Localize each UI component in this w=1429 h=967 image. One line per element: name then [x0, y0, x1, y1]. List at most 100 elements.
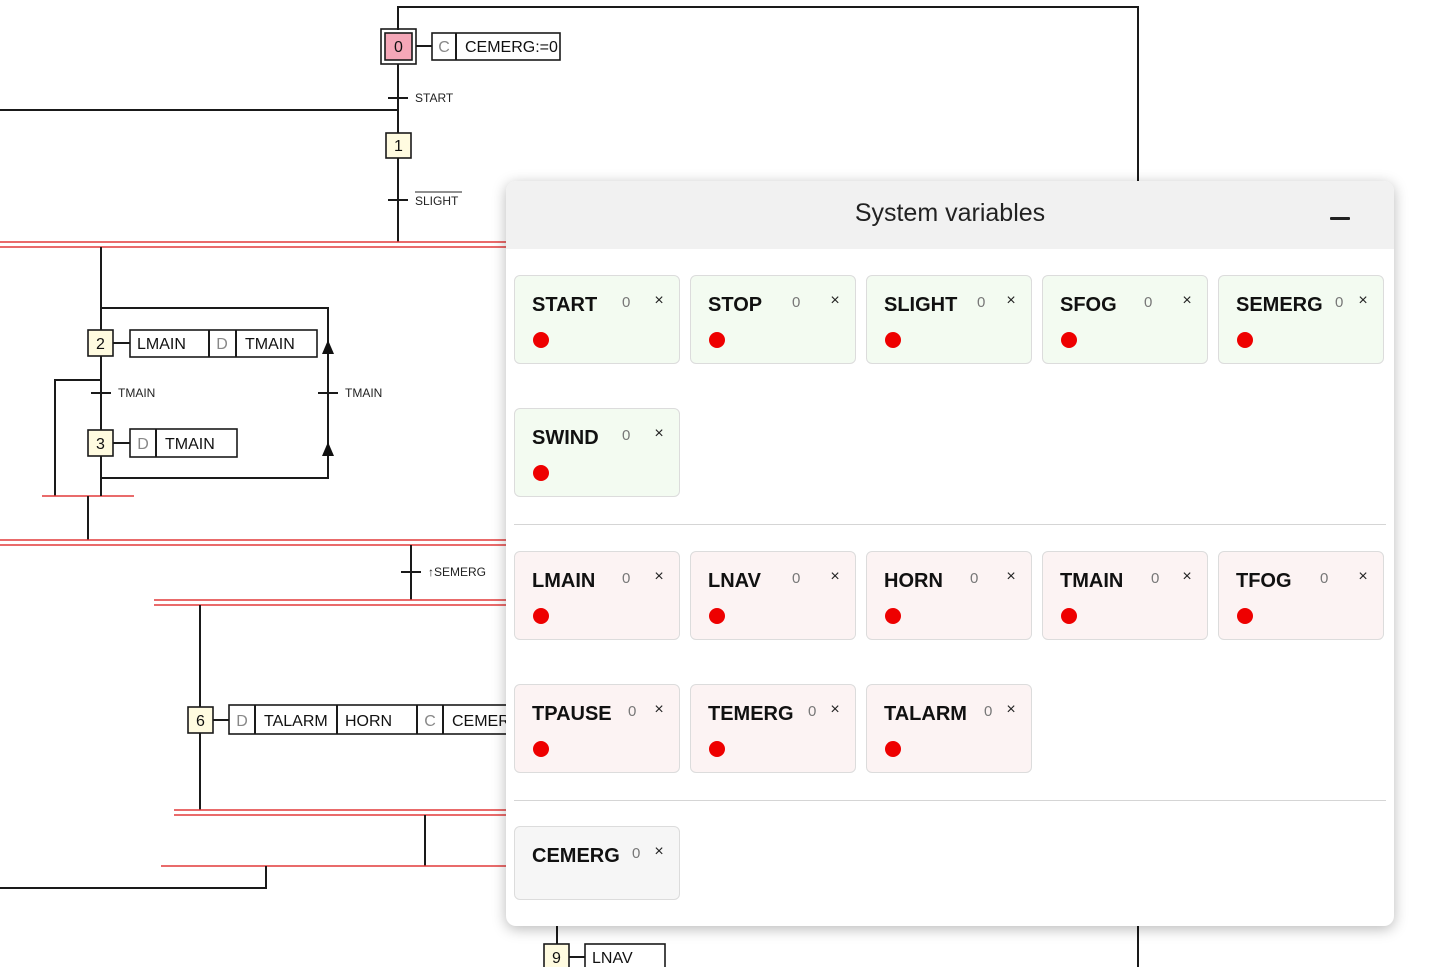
state-indicator [885, 332, 901, 348]
step-6[interactable]: 6 [187, 706, 214, 734]
variable-name: TEMERG [708, 703, 794, 725]
divider [514, 524, 1386, 525]
close-icon[interactable]: × [1179, 292, 1195, 310]
step-3-number: 3 [96, 436, 105, 453]
internal-variables: CEMERG 0 × [514, 826, 1386, 902]
state-indicator [885, 608, 901, 624]
action-label: TMAIN [165, 436, 215, 453]
state-indicator [709, 741, 725, 757]
variable-name: TFOG [1236, 570, 1292, 592]
step-9[interactable]: 9 [543, 943, 570, 967]
variable-name: STOP [708, 294, 763, 316]
close-icon[interactable]: × [1355, 292, 1371, 310]
state-indicator [709, 332, 725, 348]
system-variables-panel: System variables START 0 × STOP 0 × SLIG… [506, 181, 1394, 926]
variable-card-stop[interactable]: STOP 0 × [690, 275, 856, 364]
action-label: TMAIN [245, 336, 295, 353]
variable-card-lmain[interactable]: LMAIN 0 × [514, 551, 680, 640]
state-indicator [709, 608, 725, 624]
state-indicator [533, 608, 549, 624]
variable-name: SWIND [532, 427, 599, 449]
variable-card-slight[interactable]: SLIGHT 0 × [866, 275, 1032, 364]
step-2-number: 2 [96, 336, 105, 353]
variable-value: 0 [970, 570, 979, 587]
variable-name: TMAIN [1060, 570, 1124, 592]
qualifier: C [424, 713, 436, 730]
transition-tmain-left-label: TMAIN [118, 386, 155, 400]
close-icon[interactable]: × [827, 568, 843, 586]
close-icon[interactable]: × [827, 292, 843, 310]
variable-name: TPAUSE [532, 703, 612, 725]
variable-name: LNAV [708, 570, 761, 592]
variable-value: 0 [1144, 294, 1153, 311]
variable-name: CEMERG [532, 845, 620, 867]
step-1[interactable]: 1 [385, 132, 412, 159]
variable-card-start[interactable]: START 0 × [514, 275, 680, 364]
state-indicator [533, 465, 549, 481]
close-icon[interactable]: × [651, 292, 667, 310]
step-3-action: D TMAIN [129, 428, 238, 458]
variable-name: LMAIN [532, 570, 596, 592]
variable-value: 0 [622, 294, 631, 311]
variable-card-cemerg[interactable]: CEMERG 0 × [514, 826, 680, 900]
variable-value: 0 [984, 703, 993, 720]
variable-value: 0 [632, 845, 641, 862]
action-label: CEMERG:=0 [465, 39, 558, 56]
close-icon[interactable]: × [1003, 568, 1019, 586]
variable-card-tfog[interactable]: TFOG 0 × [1218, 551, 1384, 640]
state-indicator [1061, 332, 1077, 348]
action-label: LNAV [592, 950, 633, 967]
variable-card-horn[interactable]: HORN 0 × [866, 551, 1032, 640]
variable-value: 0 [792, 570, 801, 587]
close-icon[interactable]: × [1179, 568, 1195, 586]
variable-value: 0 [1335, 294, 1344, 311]
variable-value: 0 [1151, 570, 1160, 587]
close-icon[interactable]: × [827, 701, 843, 719]
variable-name: SFOG [1060, 294, 1117, 316]
variable-card-talarm[interactable]: TALARM 0 × [866, 684, 1032, 773]
variable-card-lnav[interactable]: LNAV 0 × [690, 551, 856, 640]
step-0-number: 0 [394, 39, 403, 56]
variable-card-semerg[interactable]: SEMERG 0 × [1218, 275, 1384, 364]
action-label: TALARM [264, 713, 328, 730]
state-indicator [533, 741, 549, 757]
variable-card-tpause[interactable]: TPAUSE 0 × [514, 684, 680, 773]
close-icon[interactable]: × [1003, 292, 1019, 310]
step-6-number: 6 [196, 713, 205, 730]
step-9-action: LNAV [584, 943, 666, 967]
variable-card-swind[interactable]: SWIND 0 × [514, 408, 680, 497]
state-indicator [1061, 608, 1077, 624]
variable-value: 0 [622, 570, 631, 587]
transition-slight-label: SLIGHT [415, 194, 459, 208]
step-1-number: 1 [394, 138, 403, 155]
panel-header[interactable]: System variables [506, 181, 1394, 249]
close-icon[interactable]: × [651, 843, 667, 861]
step-0[interactable]: 0 [380, 28, 417, 65]
output-variables: LMAIN 0 × LNAV 0 × HORN 0 × TMAIN 0 × TF… [514, 551, 1386, 773]
step-6-action: D TALARM HORN C CEMER [228, 704, 530, 735]
qualifier: D [216, 336, 228, 353]
action-label: LMAIN [137, 336, 186, 353]
close-icon[interactable]: × [651, 425, 667, 443]
step-2[interactable]: 2 [87, 329, 114, 357]
close-icon[interactable]: × [651, 568, 667, 586]
variable-value: 0 [792, 294, 801, 311]
input-variables: START 0 × STOP 0 × SLIGHT 0 × SFOG 0 × S… [514, 275, 1386, 497]
variable-card-tmain[interactable]: TMAIN 0 × [1042, 551, 1208, 640]
close-icon[interactable]: × [1355, 568, 1371, 586]
close-icon[interactable]: × [651, 701, 667, 719]
state-indicator [1237, 608, 1253, 624]
minus-icon[interactable] [1318, 197, 1362, 237]
close-icon[interactable]: × [1003, 701, 1019, 719]
variable-card-sfog[interactable]: SFOG 0 × [1042, 275, 1208, 364]
action-label: CEMER [452, 713, 510, 730]
step-3[interactable]: 3 [87, 429, 114, 457]
qualifier: D [236, 713, 248, 730]
state-indicator [885, 741, 901, 757]
variable-value: 0 [1320, 570, 1329, 587]
qualifier: D [137, 436, 149, 453]
action-label: HORN [345, 713, 392, 730]
variable-card-temerg[interactable]: TEMERG 0 × [690, 684, 856, 773]
variable-name: SEMERG [1236, 294, 1323, 316]
variable-name: START [532, 294, 598, 316]
